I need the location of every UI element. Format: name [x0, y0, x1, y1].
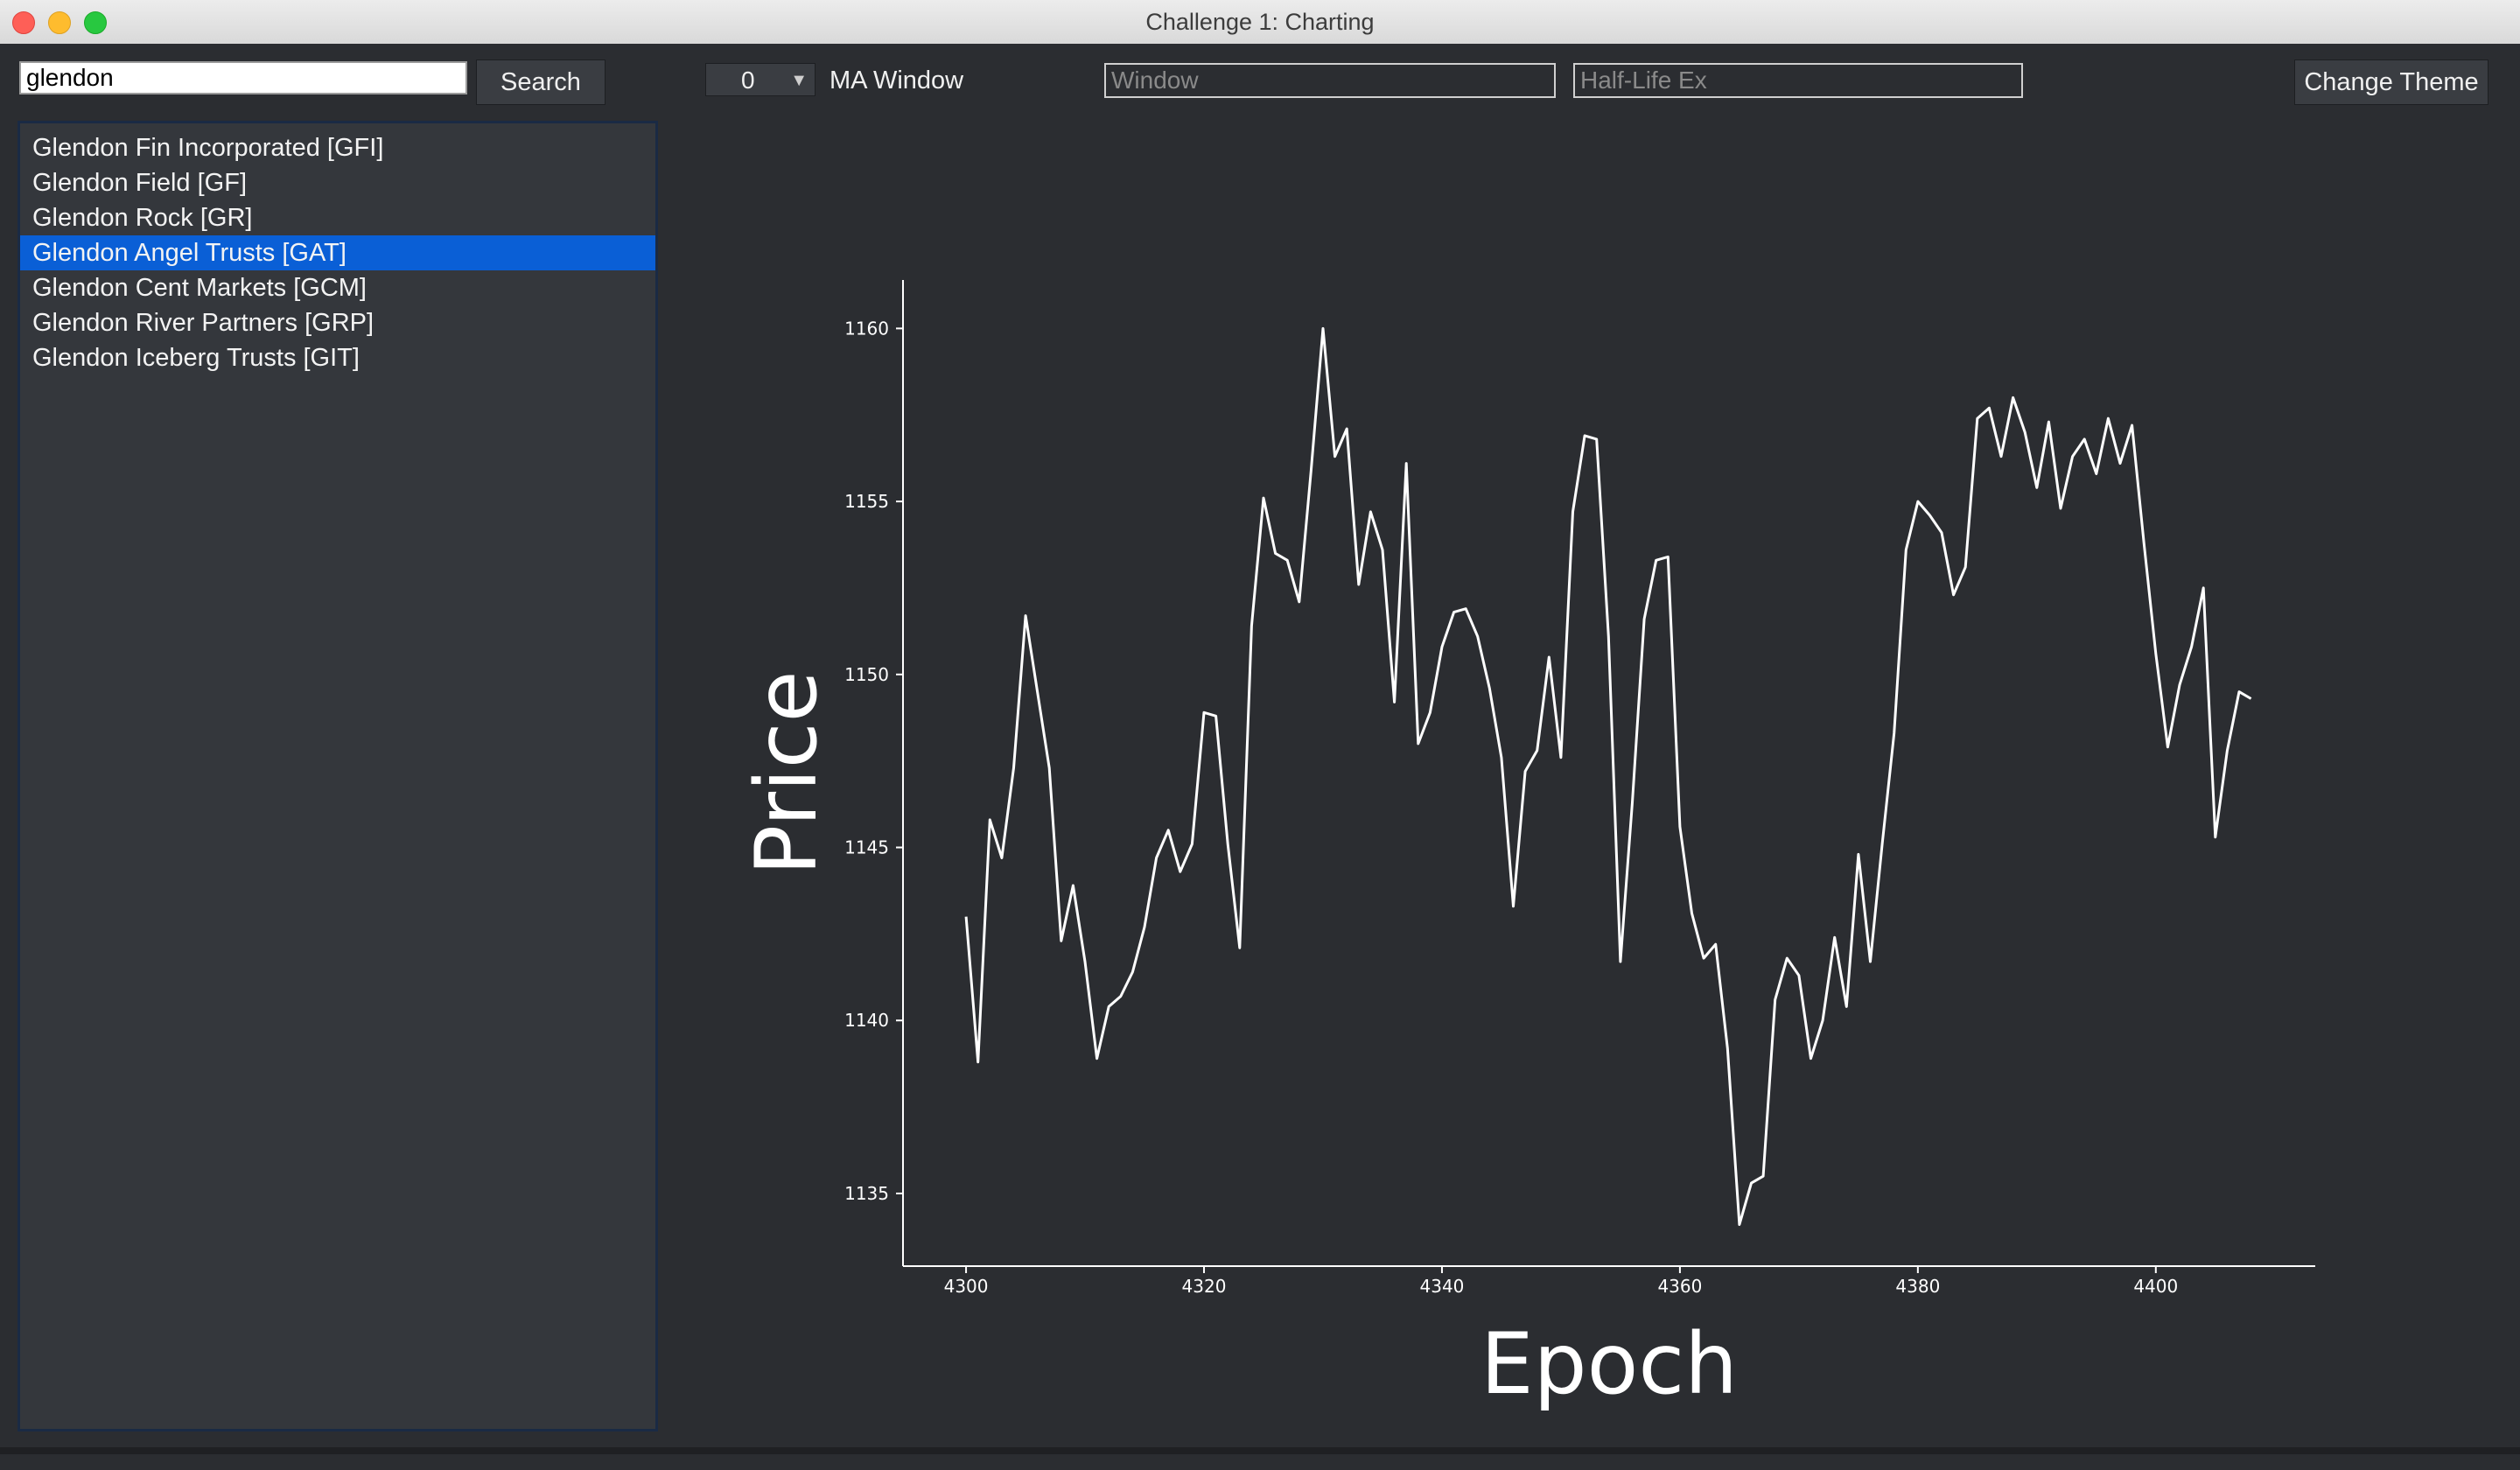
ma-window-label: MA Window	[830, 66, 964, 94]
y-tick-label: 1135	[844, 1183, 889, 1204]
list-item[interactable]: Glendon Angel Trusts [GAT]	[20, 235, 655, 270]
list-item[interactable]: Glendon Rock [GR]	[20, 200, 655, 235]
y-tick-label: 1150	[844, 664, 889, 685]
title-bar: Challenge 1: Charting	[0, 0, 2520, 45]
chevron-down-icon: ▼	[790, 71, 808, 90]
x-tick-label: 4400	[2133, 1276, 2178, 1297]
window-input[interactable]	[1104, 63, 1556, 98]
x-tick-label: 4340	[1420, 1276, 1465, 1297]
bottom-edge	[0, 1447, 2520, 1454]
series-line-0	[964, 326, 2252, 1226]
price-chart: 4300 4320 4340 4360 4380 4400 1135 1140 1145 1150…	[738, 280, 2315, 1413]
app-content: Search 0 ▼ MA Window Change Theme Glendo…	[0, 44, 2520, 1454]
search-results-list[interactable]: Glendon Fin Incorporated [GFI] Glendon Fi…	[18, 121, 658, 1432]
ma-window-value: 0	[741, 66, 755, 94]
list-item[interactable]: Glendon River Partners [GRP]	[20, 305, 655, 340]
x-tick-label: 4380	[1895, 1276, 1940, 1297]
list-item[interactable]: Glendon Fin Incorporated [GFI]	[20, 130, 655, 165]
search-input[interactable]	[19, 61, 467, 94]
halflife-input[interactable]	[1573, 63, 2023, 98]
x-tick-label: 4320	[1182, 1276, 1227, 1297]
y-tick-label: 1160	[844, 318, 889, 339]
x-tick-label: 4360	[1657, 1276, 1702, 1297]
y-tick-label: 1145	[844, 837, 889, 858]
list-item[interactable]: Glendon Cent Markets [GCM]	[20, 270, 655, 305]
results-container: Glendon Fin Incorporated [GFI] Glendon Fi…	[20, 123, 655, 375]
list-item[interactable]: Glendon Field [GF]	[20, 165, 655, 200]
change-theme-button[interactable]: Change Theme	[2294, 60, 2488, 105]
window-title: Challenge 1: Charting	[1145, 9, 1375, 35]
x-tick-label: 4300	[944, 1276, 989, 1297]
y-tick-label: 1155	[844, 491, 889, 512]
y-tick-label: 1140	[844, 1010, 889, 1031]
search-button[interactable]: Search	[476, 60, 606, 105]
x-axis-label: Epoch	[1480, 1315, 1738, 1413]
y-axis-label: Price	[738, 670, 836, 875]
chart-layer: 4300 4320 4340 4360 4380 4400 1135 1140 1145 1150…	[738, 280, 2315, 1413]
list-item[interactable]: Glendon Iceberg Trusts [GIT]	[20, 340, 655, 375]
ma-window-select[interactable]: 0 ▼	[705, 63, 816, 96]
